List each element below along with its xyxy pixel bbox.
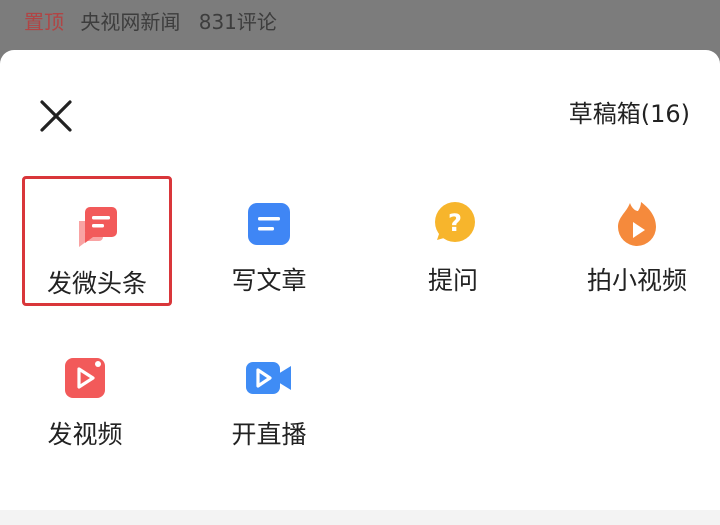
comment-count: 831评论 xyxy=(198,10,277,34)
svg-text:?: ? xyxy=(448,209,462,237)
question-bubble-icon: ? xyxy=(429,200,477,248)
drafts-button[interactable]: 草稿箱(16) xyxy=(569,98,690,130)
pinned-tag: 置顶 xyxy=(24,10,64,34)
post-video-button[interactable]: 发视频 xyxy=(10,330,160,460)
flame-play-icon xyxy=(613,200,661,248)
close-button[interactable] xyxy=(36,96,76,136)
action-label: 开直播 xyxy=(231,420,307,449)
video-play-icon xyxy=(61,354,109,402)
post-weitoutiao-button[interactable]: 发微头条 xyxy=(22,176,172,306)
close-icon xyxy=(40,100,72,132)
action-label: 发微头条 xyxy=(46,269,147,298)
start-live-button[interactable]: 开直播 xyxy=(194,330,344,460)
action-label: 提问 xyxy=(427,266,478,295)
source-name: 央视网新闻 xyxy=(80,10,181,34)
action-label: 发视频 xyxy=(47,420,123,449)
publish-action-sheet: 草稿箱(16) 发微头条 写文章 ? 提问 拍小视频 发视频 开直播 xyxy=(0,50,720,525)
ask-question-button[interactable]: ? 提问 xyxy=(378,176,528,306)
bottom-divider xyxy=(0,510,720,525)
feed-item-meta-row: 置顶 央视网新闻 831评论 xyxy=(0,0,720,50)
action-label: 拍小视频 xyxy=(586,266,687,295)
chat-bubble-icon xyxy=(73,203,121,251)
document-icon xyxy=(245,200,293,248)
write-article-button[interactable]: 写文章 xyxy=(194,176,344,306)
action-label: 写文章 xyxy=(231,266,307,295)
shoot-short-video-button[interactable]: 拍小视频 xyxy=(562,176,712,306)
video-camera-icon xyxy=(245,354,293,402)
